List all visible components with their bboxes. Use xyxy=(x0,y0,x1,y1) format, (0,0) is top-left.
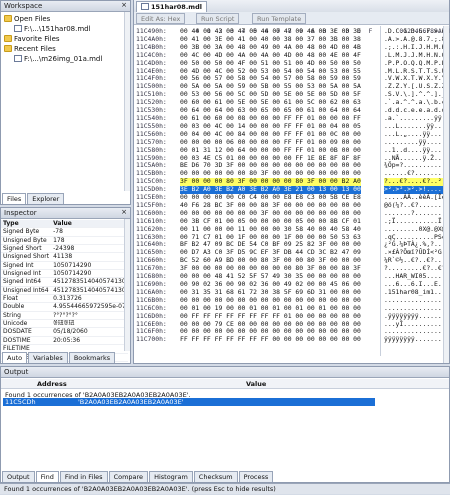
inspector-value: -78 xyxy=(51,228,128,236)
output-panel: Output Address Value Found 1 occurrences… xyxy=(0,366,450,483)
inspector-row[interactable]: DOSTIME20:05:36 xyxy=(1,336,128,344)
inspector-type: Unicode xyxy=(1,320,51,328)
hex-divider xyxy=(380,26,381,356)
inspector-row[interactable]: Signed Int644512783514040574130 xyxy=(1,278,128,286)
col-value-header: Value xyxy=(51,220,128,228)
tab-find-in-files[interactable]: Find in Files xyxy=(60,471,108,482)
address-column: 11C490h:11C4A0h:11C4B0h:11C4C0h:11C4D0h:… xyxy=(136,28,167,344)
inspector-type: DOSDATE xyxy=(1,328,51,336)
inspector-row[interactable]: Unsigned Short41138 xyxy=(1,253,128,261)
inspector-row[interactable]: Unicodeꂲ㺲ꂲ㺲 xyxy=(1,320,128,328)
inspector-value: 05/18/2060 xyxy=(51,328,128,336)
open-file-item[interactable]: F:\...\151har08.mdl xyxy=(14,24,91,34)
status-bar: Found 1 occurrences of 'B2A0A03EB2A0A03E… xyxy=(0,483,450,494)
inspector-scrollbar[interactable] xyxy=(124,219,130,351)
tab-compare[interactable]: Compare xyxy=(109,471,149,482)
inspector-type: DOSTIME xyxy=(1,336,51,344)
inspector-type: Signed Int xyxy=(1,261,51,269)
folder-icon xyxy=(4,45,12,52)
inspector-type: Unsigned Int xyxy=(1,270,51,278)
inspector-value: 1050714290 xyxy=(51,270,128,278)
inspector-value: ꂲ㺲ꂲ㺲 xyxy=(51,320,128,328)
result-row[interactable]: 11C5CDh 'B2A0A03EB2A0A03EB2A0A03E' xyxy=(3,398,375,406)
inspector-table: Type Value Signed Byte-78Unsigned Byte17… xyxy=(1,220,128,362)
file-tab[interactable]: 151har08.mdl xyxy=(136,1,207,12)
tab-output[interactable]: Output xyxy=(2,471,35,482)
folder-icon xyxy=(4,15,12,22)
file-icon xyxy=(141,3,149,10)
inspector-value: -24398 xyxy=(51,245,128,253)
ascii-area[interactable]: .D.C.G.D.G.F.>.=.A.>.A.@.8.7.;.8.;.:.H.I… xyxy=(384,28,449,344)
result-address: 11C5CDh xyxy=(5,398,36,406)
recent-files-node[interactable]: Recent Files xyxy=(4,44,56,54)
inspector-row[interactable]: Float0.313726 xyxy=(1,295,128,303)
inspector-value: 41138 xyxy=(51,253,128,261)
inspector-value: 4.95544665972595e-07 xyxy=(51,303,128,311)
workspace-title: Workspace xyxy=(1,1,130,12)
tab-files[interactable]: Files xyxy=(2,193,26,204)
inspector-type: Signed Byte xyxy=(1,228,51,236)
file-icon xyxy=(14,25,22,32)
inspector-type: Float xyxy=(1,295,51,303)
workspace-panel: Workspace × Open Files F:\...\151har08.m… xyxy=(0,0,131,205)
recent-file-item[interactable]: F:\...\m26img_01a.mdl xyxy=(14,54,102,64)
inspector-value: 178 xyxy=(51,236,128,244)
inspector-type: Double xyxy=(1,303,51,311)
inspector-panel: Inspector × Type Value Signed Byte-78Uns… xyxy=(0,207,131,364)
inspector-row[interactable]: DOSDATE05/18/2060 xyxy=(1,328,128,336)
folder-icon xyxy=(4,35,12,42)
inspector-type: Unsigned Byte xyxy=(1,236,51,244)
edit-as-dropdown[interactable]: Edit As: Hex xyxy=(136,13,185,24)
tab-auto[interactable]: Auto xyxy=(2,352,27,363)
file-icon xyxy=(14,55,22,62)
inspector-title: Inspector xyxy=(1,208,130,219)
editor-scrollbar[interactable] xyxy=(443,26,449,363)
inspector-row[interactable]: Signed Byte-78 xyxy=(1,228,128,236)
favorite-files-node[interactable]: Favorite Files xyxy=(4,34,60,44)
inspector-value: 20:05:36 xyxy=(51,336,128,344)
output-title: Output xyxy=(1,367,449,378)
result-value: 'B2A0A03EB2A0A03EB2A0A03E' xyxy=(78,398,184,406)
inspector-row[interactable]: Unsigned Int644512783514040574130 xyxy=(1,286,128,294)
col-type-header: Type xyxy=(1,220,51,228)
inspector-type: Signed Int64 xyxy=(1,278,51,286)
inspector-row[interactable]: Double4.95544665972595e-07 xyxy=(1,303,128,311)
inspector-value: 1050714290 xyxy=(51,261,128,269)
inspector-row[interactable]: Unsigned Int1050714290 xyxy=(1,270,128,278)
tab-explorer[interactable]: Explorer xyxy=(27,193,64,204)
inspector-type: String xyxy=(1,311,51,319)
row-ascii[interactable]: ÿÿÿÿÿÿÿÿ........ xyxy=(384,336,449,344)
open-files-node[interactable]: Open Files xyxy=(4,14,50,24)
tab-bookmarks[interactable]: Bookmarks xyxy=(69,352,115,363)
tab-checksum[interactable]: Checksum xyxy=(194,471,238,482)
col-value-header: Value xyxy=(246,380,266,388)
inspector-row[interactable]: Unsigned Byte178 xyxy=(1,236,128,244)
row-address: 11C700h: xyxy=(136,336,167,344)
hex-bytes-area[interactable]: 00 44 00 43 00 47 00 44 00 47 00 46 00 3… xyxy=(180,28,361,344)
workspace-scrollbar[interactable] xyxy=(124,12,130,191)
close-icon[interactable]: × xyxy=(121,208,127,216)
inspector-row[interactable]: Signed Short-24398 xyxy=(1,245,128,253)
tab-process[interactable]: Process xyxy=(239,471,274,482)
close-icon[interactable]: × xyxy=(121,1,127,9)
tab-find[interactable]: Find xyxy=(36,471,59,482)
inspector-type: Unsigned Short xyxy=(1,253,51,261)
inspector-value: 0.313726 xyxy=(51,295,128,303)
inspector-row[interactable]: Signed Int1050714290 xyxy=(1,261,128,269)
row-hex[interactable]: FF FF FF FF FF FF FF FF 00 00 00 00 00 0… xyxy=(180,336,361,344)
inspector-value: 4512783514040574130 xyxy=(51,278,128,286)
tab-variables[interactable]: Variables xyxy=(28,352,68,363)
inspector-value: 4512783514040574130 xyxy=(51,286,128,294)
tab-histogram[interactable]: Histogram xyxy=(149,471,193,482)
col-address-header: Address xyxy=(37,380,67,388)
inspector-type: Signed Short xyxy=(1,245,51,253)
inspector-row[interactable]: String?°?°?°?° xyxy=(1,311,128,319)
inspector-value: ?°?°?°?° xyxy=(51,311,128,319)
hex-editor: 151har08.mdl Edit As: Hex Run Script Run… xyxy=(133,0,450,364)
inspector-type: Unsigned Int64 xyxy=(1,286,51,294)
